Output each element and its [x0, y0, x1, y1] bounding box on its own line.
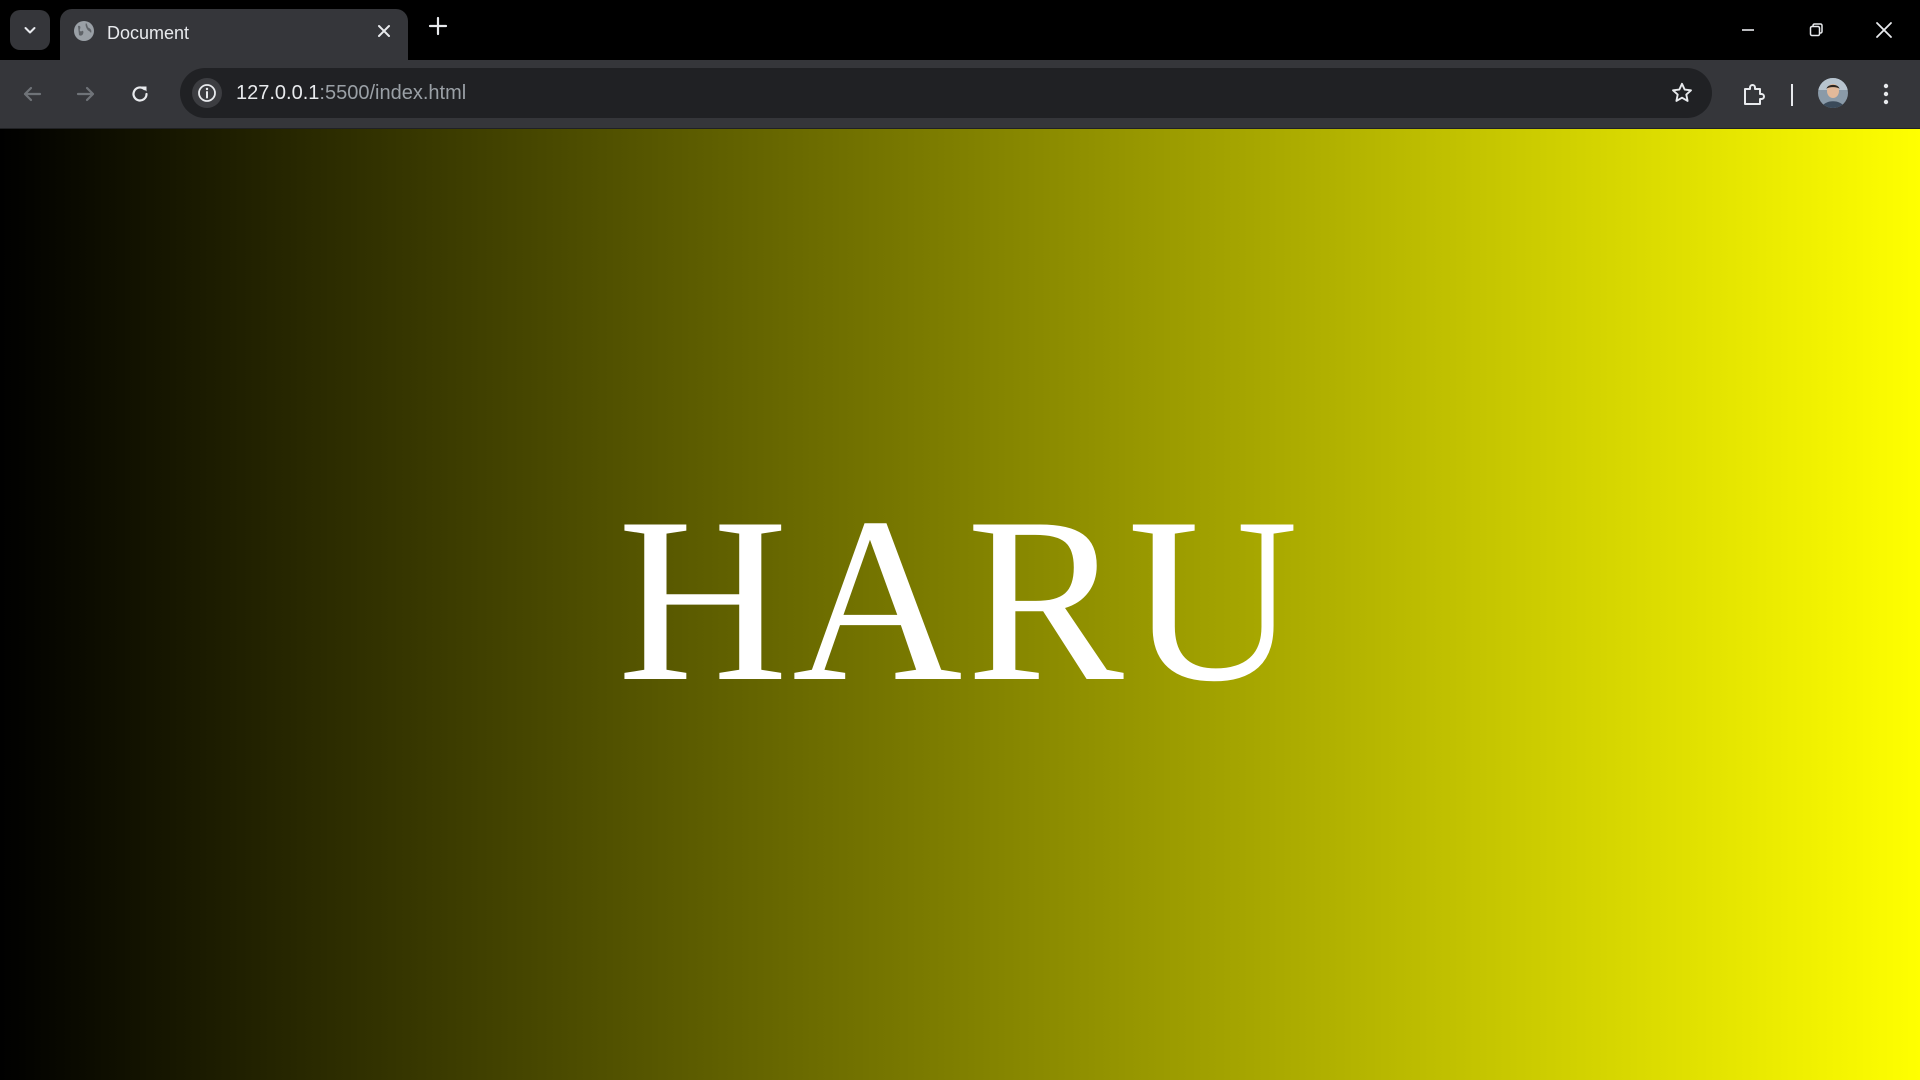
new-tab-button[interactable] — [424, 12, 452, 40]
arrow-right-icon — [75, 83, 97, 105]
menu-button[interactable] — [1868, 76, 1904, 112]
url-path: :5500/index.html — [319, 82, 467, 104]
tab-document[interactable]: Document — [60, 9, 408, 60]
avatar[interactable] — [1818, 78, 1848, 108]
address-bar[interactable]: 127.0.0.1:5500/index.html — [180, 68, 1712, 118]
close-icon[interactable] — [372, 19, 396, 43]
chevron-down-icon — [22, 22, 38, 38]
back-button[interactable] — [14, 76, 50, 112]
restore-icon — [1808, 22, 1824, 38]
reload-icon — [129, 83, 151, 105]
extensions-button[interactable] — [1736, 76, 1772, 112]
tab-title: Document — [107, 23, 190, 43]
page-viewport: HARU — [0, 129, 1920, 1080]
minimize-icon — [1740, 22, 1756, 38]
toolbar-divider — [1791, 84, 1793, 106]
forward-button[interactable] — [68, 76, 104, 112]
restore-button[interactable] — [1792, 10, 1840, 50]
browser-window: Document 127.0.0.1:5500/index.html HARU — [0, 0, 1920, 1080]
globe-icon — [72, 19, 96, 43]
plus-icon — [428, 16, 448, 36]
puzzle-icon — [1741, 81, 1767, 107]
tab-search-button[interactable] — [10, 10, 50, 50]
minimize-button[interactable] — [1724, 10, 1772, 50]
toolbar: 127.0.0.1:5500/index.html — [0, 60, 1920, 129]
info-icon[interactable] — [192, 78, 222, 108]
reload-button[interactable] — [122, 76, 158, 112]
url-host: 127.0.0.1 — [236, 82, 320, 104]
url-text[interactable]: 127.0.0.1:5500/index.html — [236, 81, 466, 105]
close-icon — [1875, 21, 1893, 39]
arrow-left-icon — [21, 83, 43, 105]
star-icon[interactable] — [1668, 79, 1696, 107]
tab-strip: Document — [0, 0, 1920, 60]
page-heading: HARU — [617, 469, 1303, 731]
close-window-button[interactable] — [1860, 10, 1908, 50]
more-vertical-icon — [1882, 82, 1890, 106]
